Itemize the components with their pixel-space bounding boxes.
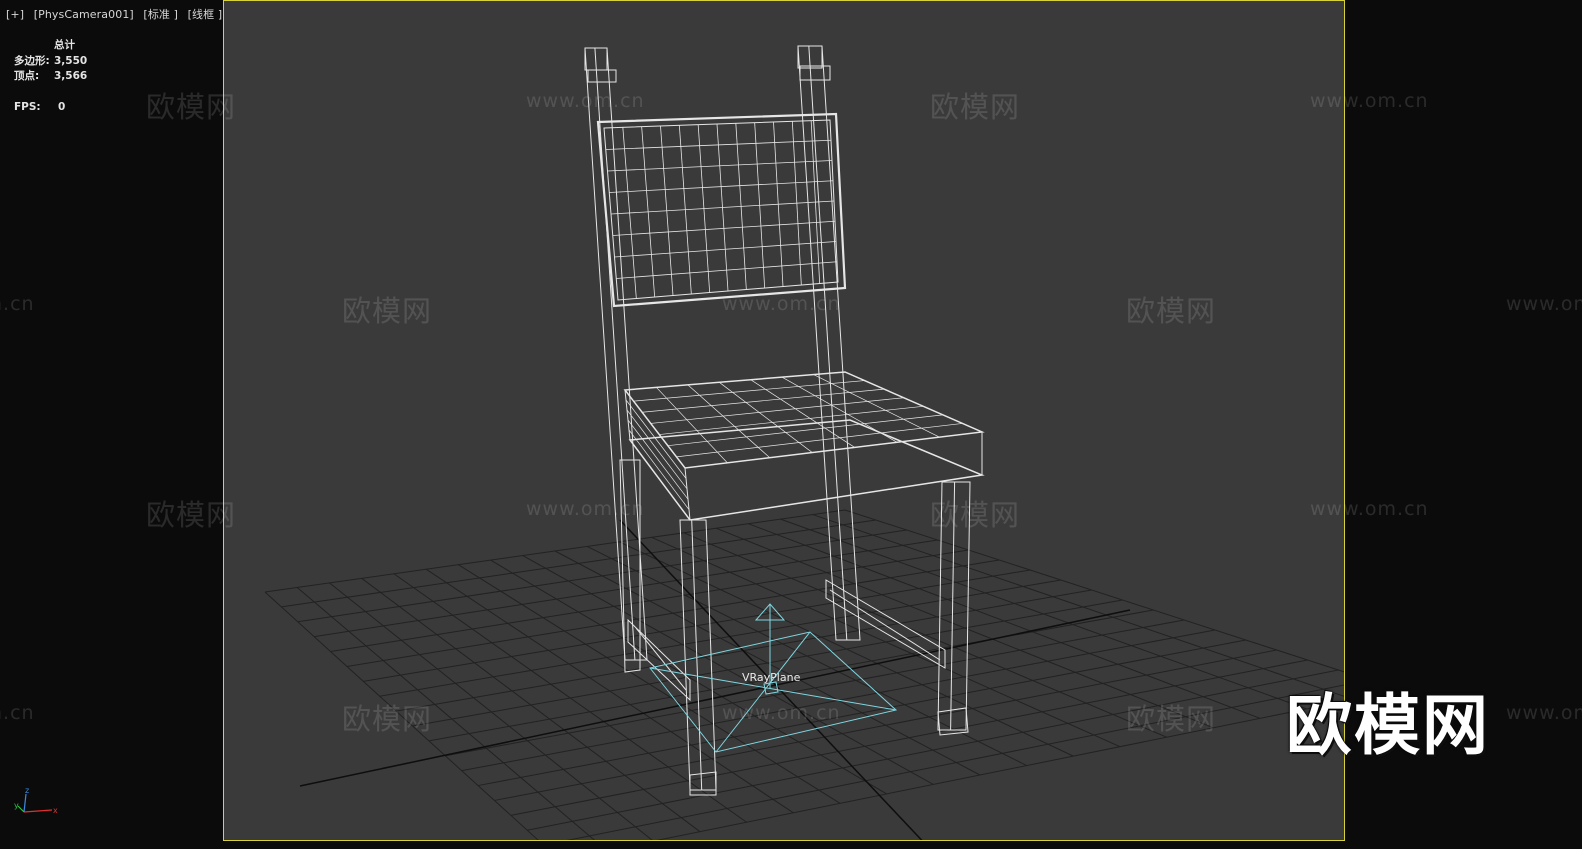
viewport-menu-plus[interactable]: [+] [6, 8, 24, 21]
vrayplane-label: VRayPlane [742, 671, 801, 684]
watermark-logo: 欧模网 [1286, 687, 1490, 764]
viewport-label[interactable]: [+] [PhysCamera001] [标准 ] [线框 ] [6, 6, 228, 22]
vertices-label: 顶点: [14, 70, 40, 82]
axis-tripod-icon: z x y [14, 786, 58, 815]
axis-z-label: z [25, 786, 29, 795]
fps-value: 0 [58, 101, 66, 113]
viewport-shading-standard-menu[interactable]: [标准 ] [143, 8, 178, 21]
safe-frame [223, 0, 1345, 841]
polygons-value: 3,550 [54, 54, 88, 67]
statistics-panel: 总计 多边形: 3,550 顶点: 3,566 FPS: 0 [14, 38, 87, 116]
axis-y-label: y [14, 801, 19, 810]
polygons-label: 多边形: [14, 54, 50, 67]
viewport-camera-menu[interactable]: [PhysCamera001] [34, 8, 134, 21]
vertices-value: 3,566 [54, 70, 88, 82]
axis-x-label: x [53, 806, 58, 815]
viewport-shading-wireframe-menu[interactable]: [线框 ] [188, 8, 223, 21]
fps-label: FPS: [14, 101, 41, 113]
stats-header: 总计 [54, 39, 75, 51]
